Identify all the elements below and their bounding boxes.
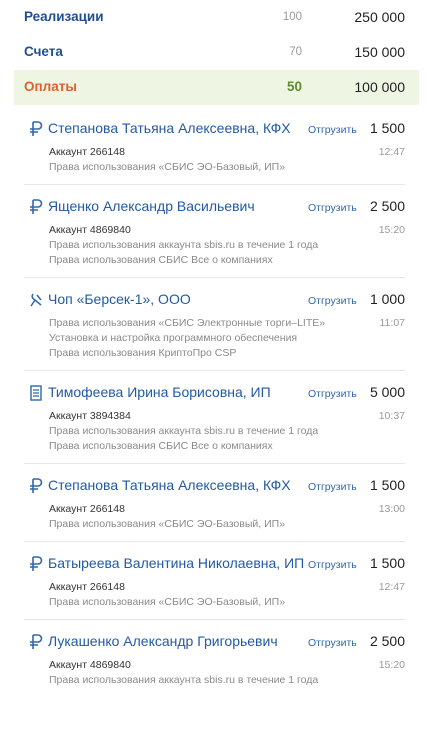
item-description: Установка и настройка программного обесп…	[49, 332, 298, 344]
summary-count: 100	[282, 11, 302, 23]
item-account: Аккаунт 266148	[49, 581, 125, 593]
item-time: 15:20	[378, 224, 405, 236]
list-item[interactable]: Тимофеева Ирина Борисовна, ИП Отгрузить …	[24, 371, 405, 464]
item-account: Аккаунт 4869840	[49, 224, 131, 236]
ship-button[interactable]: Отгрузить	[308, 388, 357, 400]
summary-label: Оплаты	[24, 79, 77, 94]
item-description: Права использования СБИС Все о компаниях	[49, 254, 273, 266]
summary-row-payments[interactable]: Оплаты 50 100 000	[14, 70, 419, 105]
ruble-icon	[28, 556, 44, 572]
item-time: 10:37	[378, 410, 405, 422]
ship-button[interactable]: Отгрузить	[308, 637, 357, 649]
item-description: Права использования «СБИС Электронные то…	[49, 317, 326, 329]
item-description: Права использования аккаунта sbis.ru в т…	[49, 425, 319, 437]
list-item[interactable]: Ященко Александр Васильевич Отгрузить 2 …	[24, 185, 405, 278]
item-amount: 5 000	[369, 384, 405, 400]
item-account: Аккаунт 4869840	[49, 659, 131, 671]
ship-button[interactable]: Отгрузить	[308, 559, 357, 571]
item-description: Права использования аккаунта sbis.ru в т…	[49, 674, 319, 686]
counterparty-name[interactable]: Чоп «Берсек-1», ООО	[48, 291, 191, 307]
counterparty-name[interactable]: Лукашенко Александр Григорьевич	[48, 633, 278, 649]
item-time: 12:47	[378, 581, 405, 593]
summary-amount: 250 000	[354, 9, 405, 25]
item-description: Права использования «СБИС ЭО-Базовый, ИП…	[49, 596, 286, 608]
payments-list: Степанова Татьяна Алексеевна, КФХ Отгруз…	[0, 120, 429, 697]
ruble-icon	[28, 121, 44, 137]
summary-label: Счета	[24, 44, 63, 59]
list-item[interactable]: Степанова Татьяна Алексеевна, КФХ Отгруз…	[24, 464, 405, 542]
ship-button[interactable]: Отгрузить	[308, 295, 357, 307]
list-item[interactable]: Лукашенко Александр Григорьевич Отгрузит…	[24, 620, 405, 697]
counterparty-name[interactable]: Тимофеева Ирина Борисовна, ИП	[48, 384, 271, 400]
item-amount: 1 000	[369, 291, 405, 307]
summary-panel: Реализации 100 250 000 Счета 70 150 000 …	[0, 0, 429, 105]
list-item[interactable]: Степанова Татьяна Алексеевна, КФХ Отгруз…	[24, 120, 405, 185]
list-item[interactable]: Батыреева Валентина Николаевна, ИП Отгру…	[24, 542, 405, 620]
item-amount: 2 500	[369, 633, 405, 649]
summary-count: 70	[289, 46, 302, 58]
summary-amount: 150 000	[354, 44, 405, 60]
ship-button[interactable]: Отгрузить	[308, 124, 357, 136]
item-description: Права использования КриптоПро CSP	[49, 347, 237, 359]
ruble-icon	[28, 634, 44, 650]
item-description: Права использования аккаунта sbis.ru в т…	[49, 239, 319, 251]
item-account: Аккаунт 266148	[49, 503, 125, 515]
card-icon	[28, 292, 44, 308]
list-item[interactable]: Чоп «Берсек-1», ООО Отгрузить 1 000 Прав…	[24, 278, 405, 371]
item-amount: 2 500	[369, 198, 405, 214]
counterparty-name[interactable]: Батыреева Валентина Николаевна, ИП	[48, 555, 304, 571]
item-description: Права использования СБИС Все о компаниях	[49, 440, 273, 452]
summary-row-invoices[interactable]: Счета 70 150 000	[14, 35, 419, 70]
item-description: Права использования «СБИС ЭО-Базовый, ИП…	[49, 161, 286, 173]
summary-amount: 100 000	[354, 79, 405, 95]
item-description: Права использования «СБИС ЭО-Базовый, ИП…	[49, 518, 286, 530]
document-icon	[28, 385, 44, 401]
counterparty-name[interactable]: Степанова Татьяна Алексеевна, КФХ	[48, 477, 291, 493]
ship-button[interactable]: Отгрузить	[308, 202, 357, 214]
item-account: Аккаунт 3894384	[49, 410, 131, 422]
ruble-icon	[28, 199, 44, 215]
item-amount: 1 500	[369, 477, 405, 493]
counterparty-name[interactable]: Степанова Татьяна Алексеевна, КФХ	[48, 120, 291, 136]
item-time: 12:47	[378, 146, 405, 158]
item-time: 11:07	[379, 317, 406, 329]
item-time: 13:00	[378, 503, 405, 515]
summary-row-sales[interactable]: Реализации 100 250 000	[14, 0, 419, 35]
item-time: 15:20	[378, 659, 405, 671]
item-account: Аккаунт 266148	[49, 146, 125, 158]
item-amount: 1 500	[369, 120, 405, 136]
summary-count: 50	[286, 79, 302, 94]
ship-button[interactable]: Отгрузить	[308, 481, 357, 493]
summary-label: Реализации	[24, 9, 104, 24]
ruble-icon	[28, 478, 44, 494]
counterparty-name[interactable]: Ященко Александр Васильевич	[48, 198, 255, 214]
item-amount: 1 500	[369, 555, 405, 571]
